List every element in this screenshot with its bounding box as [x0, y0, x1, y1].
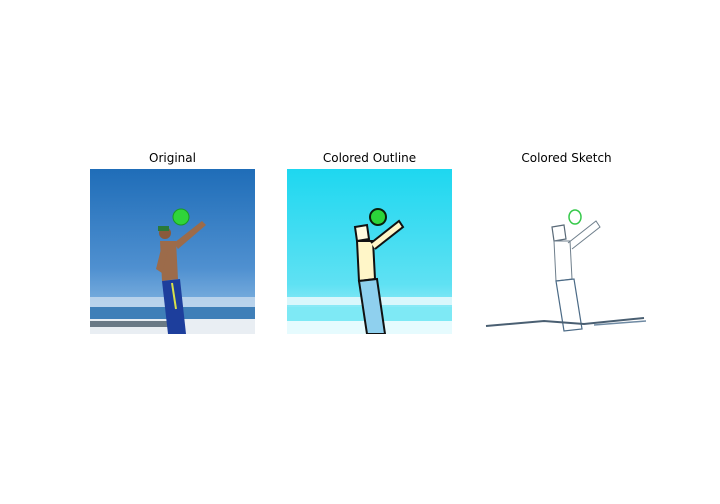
panel-title-colored-sketch: Colored Sketch	[521, 151, 612, 165]
panel-title-colored-outline: Colored Outline	[322, 151, 417, 165]
colored-outline-image	[287, 169, 452, 334]
panel-title-original: Original	[149, 151, 196, 165]
colored-sketch-image	[484, 169, 649, 334]
original-photo-image	[90, 169, 255, 334]
